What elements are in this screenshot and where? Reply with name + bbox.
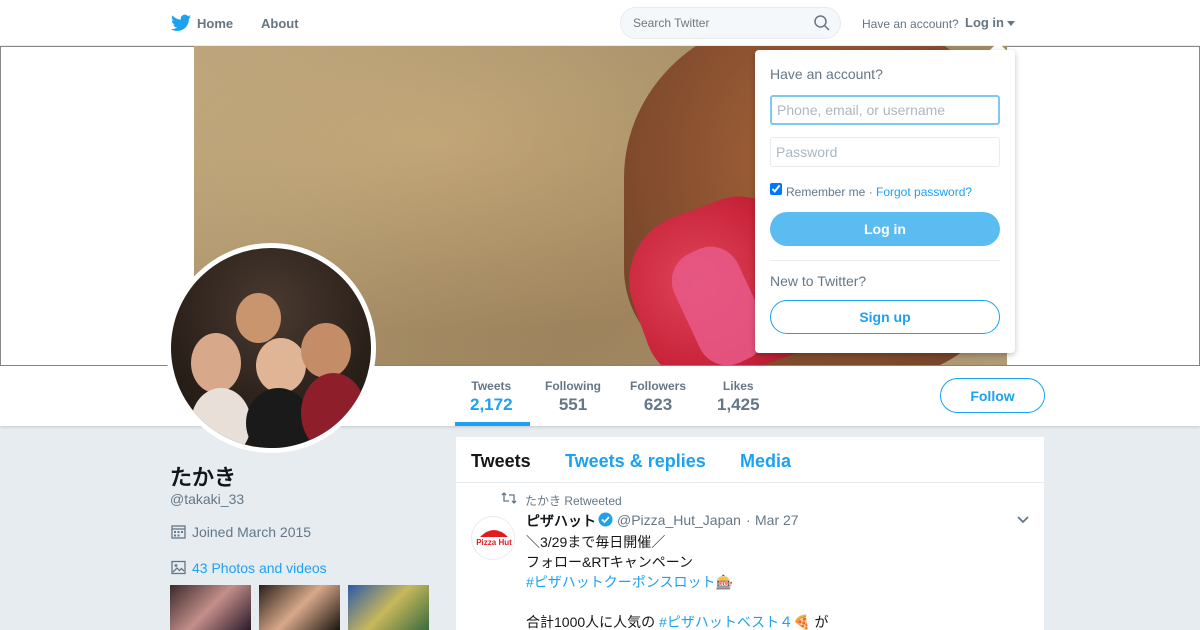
tweet-author-handle[interactable]: @Pizza_Hut_Japan xyxy=(617,512,741,528)
remember-me-text: Remember me xyxy=(786,185,866,199)
photo-icon xyxy=(171,560,186,575)
search-icon[interactable] xyxy=(814,15,830,31)
remember-me-label[interactable]: Remember me · xyxy=(786,185,873,199)
search-box[interactable] xyxy=(620,7,841,39)
tweet-timestamp[interactable]: Mar 27 xyxy=(755,512,799,528)
profile-screenname[interactable]: @takaki_33 xyxy=(170,491,244,507)
login-link-label: Log in xyxy=(965,15,1004,30)
profile-fullname[interactable]: たかき xyxy=(170,460,236,492)
password-input[interactable] xyxy=(770,137,1000,167)
hashtag-link[interactable]: #ピザハットクーポンスロット xyxy=(526,574,716,590)
forgot-password-link[interactable]: Forgot password? xyxy=(876,185,972,199)
stat-label: Likes xyxy=(722,379,754,393)
joined-date: Joined March 2015 xyxy=(192,524,312,540)
follow-button[interactable]: Follow xyxy=(940,378,1045,413)
stat-label: Followers xyxy=(630,379,687,393)
nav-about-link[interactable]: About xyxy=(261,16,299,31)
photo-thumbnail[interactable] xyxy=(259,585,340,630)
tweet-avatar[interactable]: Pizza Hut xyxy=(471,516,515,560)
tab-tweets-replies[interactable]: Tweets & replies xyxy=(565,451,706,472)
tab-tweets[interactable]: Tweets xyxy=(471,451,531,472)
have-account-text: Have an account? xyxy=(862,17,959,31)
stat-tweets[interactable]: Tweets 2,172 xyxy=(470,379,513,415)
hashtag-link[interactable]: #ピザハットベスト４ xyxy=(659,614,793,630)
avatar-person-shape xyxy=(236,293,281,343)
login-dropdown-toggle[interactable]: Log in xyxy=(965,15,1015,30)
stat-likes[interactable]: Likes 1,425 xyxy=(717,379,760,415)
calendar-icon xyxy=(171,525,186,539)
remember-me-checkbox[interactable] xyxy=(770,183,782,195)
tab-media[interactable]: Media xyxy=(740,451,791,472)
timeline: Tweets Tweets & replies Media たかき Retwee… xyxy=(456,437,1044,630)
tweet-author-name[interactable]: ピザハット xyxy=(526,511,596,531)
timeline-tabs: Tweets Tweets & replies Media xyxy=(456,437,1044,483)
login-button[interactable]: Log in xyxy=(770,212,1000,246)
username-input[interactable] xyxy=(770,95,1000,125)
chevron-down-icon[interactable] xyxy=(1016,515,1030,525)
slot-machine-emoji: 🎰 xyxy=(715,574,733,590)
photos-videos-link[interactable]: 43 Photos and videos xyxy=(192,560,327,576)
login-dropdown: Have an account? Remember me · Forgot pa… xyxy=(755,50,1015,353)
tweet-text-segment: 合計1000人に人気の xyxy=(526,614,660,630)
twitter-bird-icon[interactable] xyxy=(171,14,191,32)
caret-down-icon xyxy=(1007,21,1015,27)
stat-value: 623 xyxy=(643,395,673,414)
top-nav: Home About Have an account? Log in xyxy=(0,0,1200,46)
stat-value: 551 xyxy=(558,395,588,414)
nav-home-link[interactable]: Home xyxy=(197,16,233,31)
pizza-hut-logo-icon: Pizza Hut xyxy=(474,519,514,559)
retweet-context[interactable]: たかき Retweeted xyxy=(525,492,622,509)
new-to-twitter-text: New to Twitter? xyxy=(770,273,867,289)
stat-label: Following xyxy=(545,379,601,393)
retweet-icon xyxy=(501,492,517,504)
tweet-text-segment: が xyxy=(810,614,829,630)
avatar-clothing-shape xyxy=(191,388,251,448)
photo-thumbnail[interactable] xyxy=(348,585,429,630)
active-stat-underline xyxy=(455,422,530,426)
tweet-text-line: #ピザハットクーポンスロット🎰 xyxy=(526,572,733,592)
avatar-person-shape xyxy=(301,323,351,378)
separator-dot: · xyxy=(865,185,873,199)
photo-thumbnail[interactable] xyxy=(170,585,251,630)
stat-following[interactable]: Following 551 xyxy=(545,379,601,415)
avatar-person-shape xyxy=(256,338,306,393)
signup-button[interactable]: Sign up xyxy=(770,300,1000,334)
avatar[interactable] xyxy=(166,243,376,453)
avatar-clothing-shape xyxy=(301,373,366,448)
tweet-text-line: 合計1000人に人気の #ピザハットベスト４🍕 が xyxy=(526,612,828,630)
tweet-separator-dot: · xyxy=(746,512,751,528)
avatar-person-shape xyxy=(191,333,241,393)
stat-value: 1,425 xyxy=(717,395,760,414)
search-input[interactable] xyxy=(633,16,803,30)
tweet-text-line: ＼3/29まで毎日開催／ xyxy=(526,534,666,550)
pizza-emoji: 🍕 xyxy=(793,614,811,630)
stat-value: 2,172 xyxy=(470,395,513,414)
stat-followers[interactable]: Followers 623 xyxy=(630,379,686,415)
dropdown-title: Have an account? xyxy=(770,66,883,82)
verified-badge-icon xyxy=(598,512,613,527)
tweet-text-line: フォロー&RTキャンペーン xyxy=(526,554,694,570)
divider xyxy=(770,260,1000,261)
logo-text: Pizza Hut xyxy=(476,538,512,547)
avatar-photo xyxy=(171,248,371,448)
stat-label: Tweets xyxy=(471,379,512,393)
